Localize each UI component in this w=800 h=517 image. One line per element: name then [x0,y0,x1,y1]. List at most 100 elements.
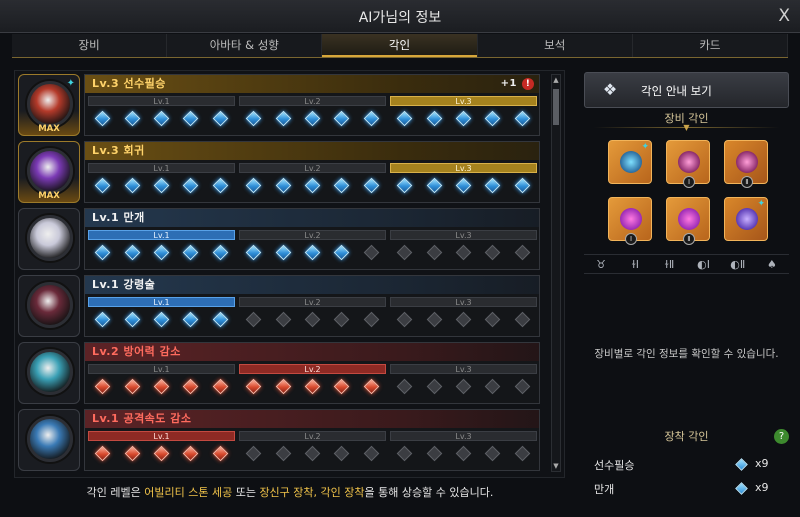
engrave-node-icon [334,244,350,261]
equipment-slot-earring[interactable]: Ⅱ [724,140,768,188]
engrave-node-icon [455,378,472,395]
level-segment: Lv.2 [239,96,386,127]
engrave-node-icon [153,110,170,127]
engrave-gem-icon [735,482,748,495]
level-label: Lv.3 [390,364,537,374]
engrave-node-icon [245,244,262,261]
engrave-node-icon [153,445,170,462]
engrave-node-icon [334,177,350,194]
scroll-thumb[interactable] [553,89,559,125]
level-segment: Lv.3 [390,297,537,328]
engrave-node-icon [485,244,501,261]
engraving-name: Lv.1 공격속도 감소 [85,410,539,428]
engrave-node-icon [455,110,472,127]
engrave-node-icon [396,378,413,395]
engraving-bar: Lv.3 회귀 Lv.1 Lv.2 Lv.3 [84,141,540,203]
engrave-node-icon [245,445,262,462]
engraving-name: Lv.2 방어력 감소 [85,343,539,361]
equipment-slot-earring[interactable]: Ⅰ [666,140,710,188]
ring-2-icon[interactable]: ◐Ⅱ [721,255,755,273]
engraving-row[interactable]: Lv.1 만개 Lv.1 Lv.2 Lv.3 [18,208,540,270]
tab-engraving[interactable]: 각인 [322,34,478,57]
engraving-guide-button[interactable]: ❖ 각인 안내 보기 [584,72,789,108]
engrave-node-icon [94,110,111,127]
bonus-badge: +1 [500,78,517,89]
earring-2-icon[interactable]: ɫⅡ [652,255,686,273]
equipment-hint: 장비별로 각인 정보를 확인할 수 있습니다. [594,348,779,360]
tab-card[interactable]: 카드 [632,34,789,57]
engrave-node-icon [514,244,531,261]
equipment-slot-stone[interactable]: ✦ [724,197,768,241]
engrave-node-icon [275,378,291,395]
engrave-node-icon [334,378,350,395]
right-panel: ❖ 각인 안내 보기 장비 각인 ▼ ✦ Ⅰ Ⅱ Ⅰ Ⅱ ✦ ♉ ɫⅠ ɫⅡ ◐Ⅰ ◐Ⅱ … [584,70,790,510]
engrave-node-icon [304,445,321,462]
engrave-node-icon [396,244,413,261]
engrave-node-icon [426,177,442,194]
tab-avatar[interactable]: 아바타 & 성향 [167,34,323,57]
engraving-row[interactable]: Lv.1 공격속도 감소 Lv.1 Lv.2 Lv.3 [18,409,540,471]
slot-index-badge: Ⅱ [683,233,695,245]
equipped-name: 선수필승 [594,459,635,472]
earring-1-icon[interactable]: ɫⅠ [618,255,652,273]
gem-icon: ✦ [641,142,649,152]
close-icon[interactable]: X [778,6,790,26]
engrave-node-icon [275,445,291,462]
scrollbar[interactable]: ▲ ▼ [551,74,561,472]
engrave-node-icon [212,378,229,395]
engrave-node-icon [304,244,321,261]
level-segment: Lv.3 [390,431,537,462]
level-label: Lv.2 [239,297,386,307]
engrave-node-icon [426,110,442,127]
engraving-row[interactable]: MAX Lv.3 회귀 Lv.1 Lv.2 Lv.3 [18,141,540,203]
stone-icon[interactable]: ♠ [755,255,789,273]
engraving-bar: Lv.1 만개 Lv.1 Lv.2 Lv.3 [84,208,540,270]
engrave-node-icon [485,445,501,462]
equipment-slot-necklace[interactable]: ✦ [608,140,652,184]
engrave-node-icon [124,110,140,127]
level-segment: Lv.3 [390,230,537,261]
engrave-node-icon [363,177,380,194]
engrave-node-icon [183,378,199,395]
engraving-row[interactable]: MAX ✦ Lv.3 선수필승 +1! Lv.1 Lv.2 Lv.3 [18,74,540,136]
slot-index-badge: Ⅱ [741,176,753,188]
footer-highlight-stone: 어빌리티 스톤 세공 [144,486,233,499]
engraving-title: Lv.1 강령술 [92,278,156,291]
tab-bar: 장비 아바타 & 성향 각인 보석 카드 [12,34,789,58]
ring-1-icon[interactable]: ◐Ⅰ [687,255,721,273]
engrave-node-icon [514,110,531,127]
scroll-down-icon[interactable]: ▼ [552,461,560,471]
engrave-node-icon [363,244,380,261]
level-segment: Lv.1 [88,297,235,328]
engraving-row[interactable]: Lv.1 강령술 Lv.1 Lv.2 Lv.3 [18,275,540,337]
scroll-up-icon[interactable]: ▲ [552,75,560,85]
tab-gem[interactable]: 보석 [477,34,633,57]
level-label: Lv.3 [390,431,537,441]
earring-icon [736,151,758,173]
necklace-icon [620,151,642,173]
help-icon[interactable]: ? [774,429,789,444]
engrave-node-icon [426,311,442,328]
engraving-title: Lv.1 공격속도 감소 [92,412,192,425]
warning-icon[interactable]: ! [522,78,534,90]
level-segment: Lv.1 [88,431,235,462]
engraving-row[interactable]: Lv.2 방어력 감소 Lv.1 Lv.2 Lv.3 [18,342,540,404]
necklace-icon[interactable]: ♉ [584,255,618,273]
book-icon: ❖ [602,80,618,99]
engraving-icon [18,275,80,337]
level-label: Lv.2 [239,364,386,374]
engrave-node-icon [514,177,531,194]
engrave-node-icon [396,311,413,328]
equipment-slot-ring[interactable]: Ⅱ [666,197,710,245]
stone-icon [736,208,758,230]
engrave-node-icon [363,110,380,127]
level-segment: Lv.1 [88,96,235,127]
engrave-node-icon [426,244,442,261]
tab-equipment[interactable]: 장비 [12,34,168,57]
level-label: Lv.1 [88,96,235,106]
engrave-gem-icon [735,458,748,471]
engrave-node-icon [94,311,111,328]
engrave-node-icon [275,244,291,261]
engrave-node-icon [212,311,229,328]
equipment-slot-ring[interactable]: Ⅰ [608,197,652,245]
